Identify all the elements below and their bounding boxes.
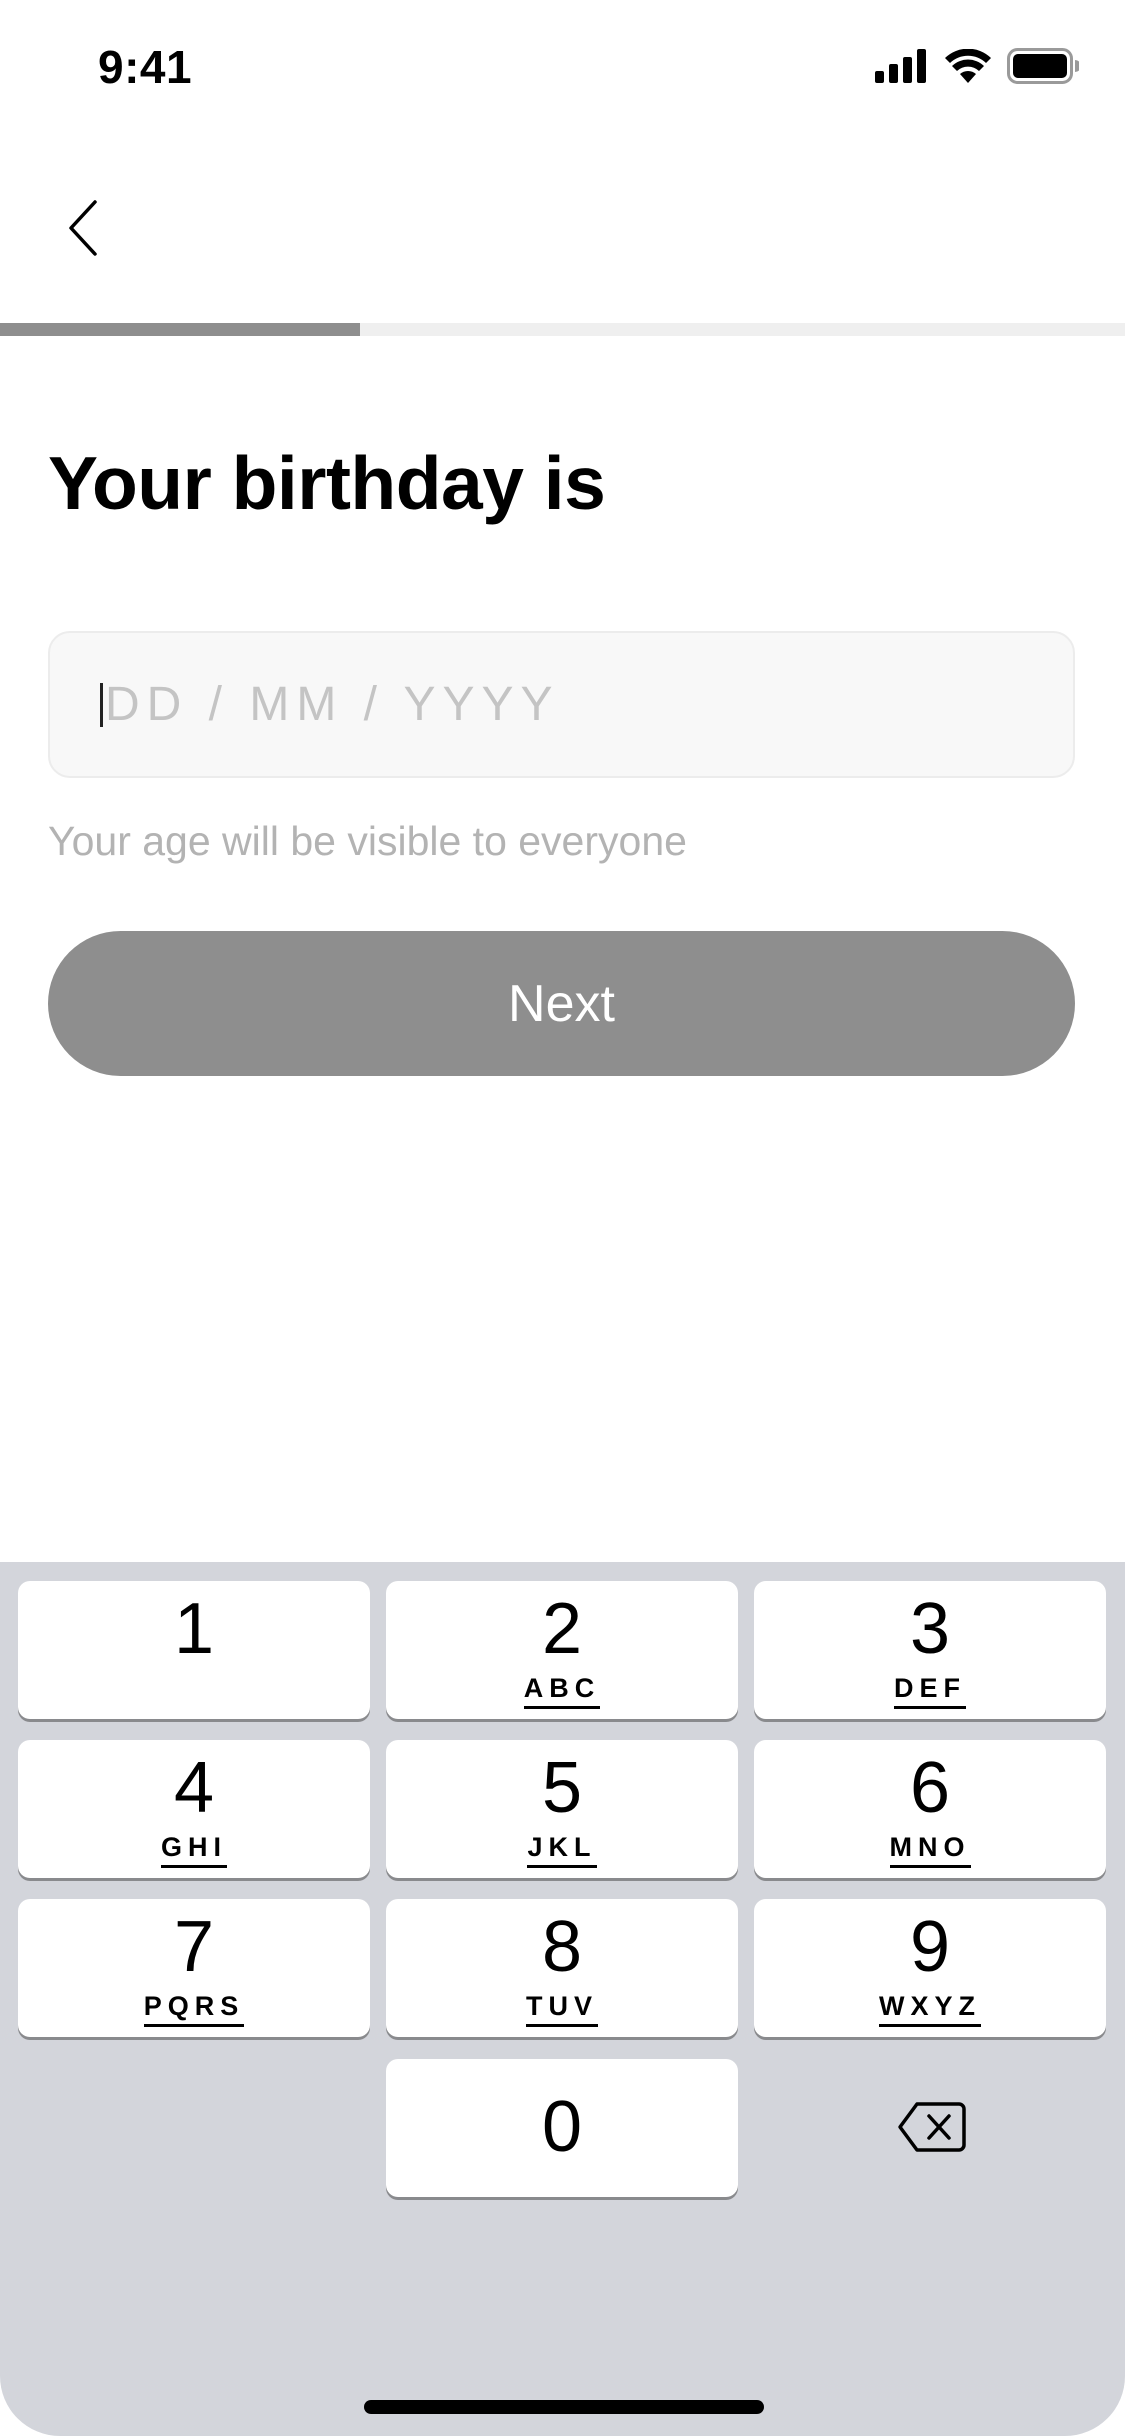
key-letters: JKL: [527, 1832, 597, 1868]
key-6[interactable]: 6 MNO: [754, 1740, 1106, 1878]
battery-icon: [1007, 47, 1081, 89]
key-digit: 7: [173, 1907, 215, 1987]
key-letters: PQRS: [143, 1991, 245, 2027]
progress-bar: [0, 323, 1125, 336]
wifi-icon: [945, 48, 991, 88]
numeric-keypad: 1 2 ABC 3 DEF 4 GHI 5 JKL 6 MNO 7 PQRS 8…: [0, 1562, 1125, 2436]
age-visibility-note: Your age will be visible to everyone: [48, 818, 687, 864]
home-indicator[interactable]: [364, 2400, 764, 2414]
key-digit: 2: [541, 1589, 583, 1669]
backspace-icon: [898, 2102, 966, 2152]
delete-key[interactable]: [756, 2058, 1108, 2196]
key-8[interactable]: 8 TUV: [386, 1899, 738, 2037]
back-button[interactable]: [48, 188, 118, 268]
status-icons: [875, 47, 1081, 89]
key-digit: 5: [541, 1748, 583, 1828]
key-3[interactable]: 3 DEF: [754, 1581, 1106, 1719]
key-4[interactable]: 4 GHI: [18, 1740, 370, 1878]
page-title: Your birthday is: [48, 441, 606, 525]
next-button[interactable]: Next: [48, 931, 1075, 1076]
birthday-input[interactable]: DD / MM / YYYY: [48, 631, 1075, 778]
chevron-left-icon: [69, 200, 97, 256]
key-digit: 3: [909, 1589, 951, 1669]
birthday-screen: 9:41 Your birthday is DD / MM / YYYY You…: [0, 0, 1125, 2436]
key-digit: 4: [173, 1748, 215, 1828]
key-digit: 6: [909, 1748, 951, 1828]
progress-bar-fill: [0, 323, 360, 336]
key-letters: DEF: [894, 1673, 966, 1709]
key-7[interactable]: 7 PQRS: [18, 1899, 370, 2037]
status-bar: 9:41: [0, 0, 1125, 132]
key-5[interactable]: 5 JKL: [386, 1740, 738, 1878]
key-digit: 9: [909, 1907, 951, 1987]
status-time: 9:41: [98, 41, 193, 93]
key-0[interactable]: 0: [386, 2059, 738, 2197]
key-letters: ABC: [523, 1673, 601, 1709]
key-letters: WXYZ: [879, 1991, 981, 2027]
cellular-signal-icon: [875, 48, 929, 88]
birthday-input-placeholder: DD / MM / YYYY: [105, 678, 560, 731]
key-9[interactable]: 9 WXYZ: [754, 1899, 1106, 2037]
key-letters: MNO: [889, 1832, 971, 1868]
key-digit: 0: [541, 2087, 583, 2167]
key-digit: 8: [541, 1907, 583, 1987]
key-letters: TUV: [526, 1991, 598, 2027]
text-cursor: [100, 682, 103, 727]
key-1[interactable]: 1: [18, 1581, 370, 1719]
key-letters: GHI: [160, 1832, 227, 1868]
key-digit: 1: [173, 1589, 215, 1669]
key-2[interactable]: 2 ABC: [386, 1581, 738, 1719]
